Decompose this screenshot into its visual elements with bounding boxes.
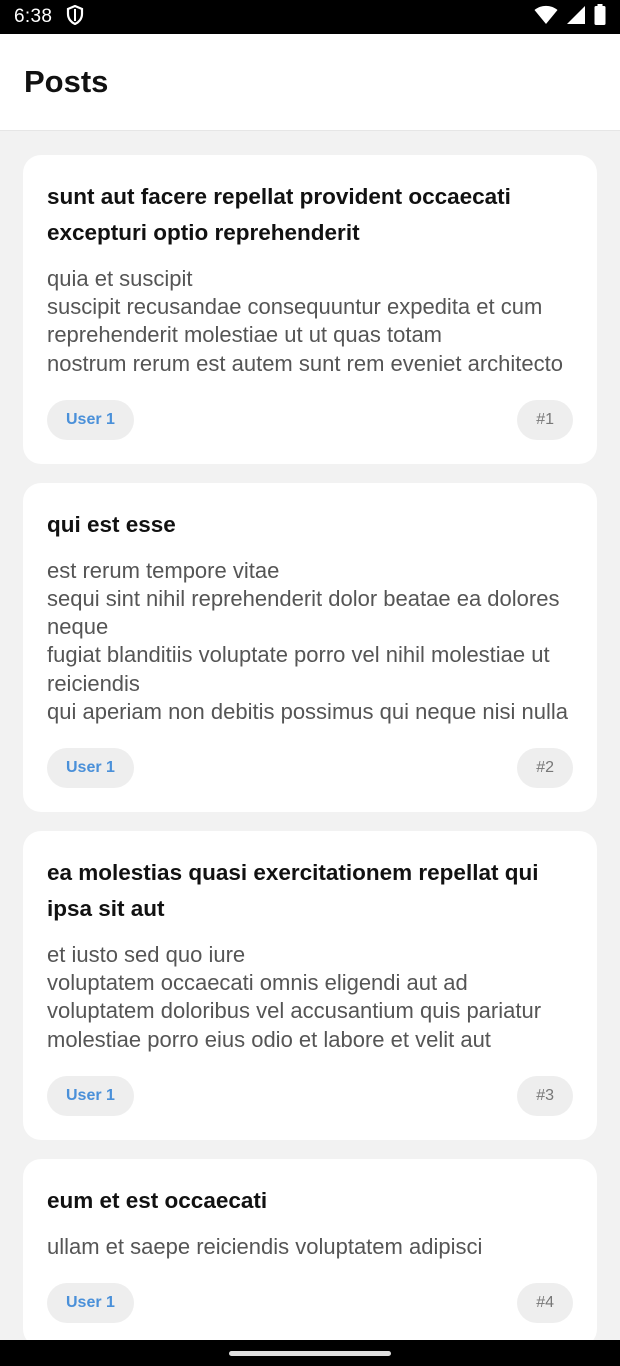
post-id-badge: #4 bbox=[517, 1283, 573, 1324]
post-title: ea molestias quasi exercitationem repell… bbox=[47, 860, 539, 922]
post-body: et iusto sed quo iure voluptatem occaeca… bbox=[47, 942, 542, 1052]
post-id-badge: #1 bbox=[517, 399, 573, 440]
post-card[interactable]: ea molestias quasi exercitationem repell… bbox=[23, 831, 597, 1140]
app-bar: Posts bbox=[0, 34, 620, 131]
post-title: sunt aut facere repellat provident occae… bbox=[47, 184, 511, 245]
post-body: quia et suscipit suscipit recusandae con… bbox=[47, 266, 563, 376]
wifi-icon bbox=[534, 5, 558, 30]
system-nav-bar bbox=[0, 1340, 620, 1366]
post-footer: User 1 #4 bbox=[47, 1283, 573, 1324]
post-card[interactable]: sunt aut facere repellat provident occae… bbox=[23, 155, 597, 464]
post-body: est rerum tempore vitae sequi sint nihil… bbox=[47, 557, 568, 724]
battery-icon bbox=[594, 4, 606, 30]
posts-list[interactable]: sunt aut facere repellat provident occae… bbox=[0, 131, 620, 1340]
user-chip[interactable]: User 1 bbox=[47, 399, 134, 440]
post-footer: User 1 #1 bbox=[47, 399, 573, 440]
post-footer: User 1 #3 bbox=[47, 1075, 573, 1116]
user-chip[interactable]: User 1 bbox=[47, 1283, 134, 1324]
status-bar: 6:38 bbox=[0, 0, 620, 34]
shield-icon bbox=[66, 4, 84, 30]
post-title: qui est esse bbox=[47, 511, 176, 537]
post-footer: User 1 #2 bbox=[47, 748, 573, 789]
post-id-badge: #3 bbox=[517, 1075, 573, 1116]
user-chip[interactable]: User 1 bbox=[47, 1075, 134, 1116]
post-card[interactable]: qui est esse est rerum tempore vitae seq… bbox=[23, 482, 597, 813]
home-indicator[interactable] bbox=[229, 1350, 391, 1356]
signal-icon bbox=[566, 5, 586, 30]
status-time: 6:38 bbox=[14, 6, 53, 27]
user-chip[interactable]: User 1 bbox=[47, 748, 134, 789]
post-body: ullam et saepe reiciendis voluptatem adi… bbox=[47, 1233, 483, 1259]
post-title: eum et est occaecati bbox=[47, 1187, 268, 1213]
post-card[interactable]: eum et est occaecati ullam et saepe reic… bbox=[23, 1158, 597, 1340]
page-title: Posts bbox=[24, 64, 109, 99]
post-id-badge: #2 bbox=[517, 748, 573, 789]
